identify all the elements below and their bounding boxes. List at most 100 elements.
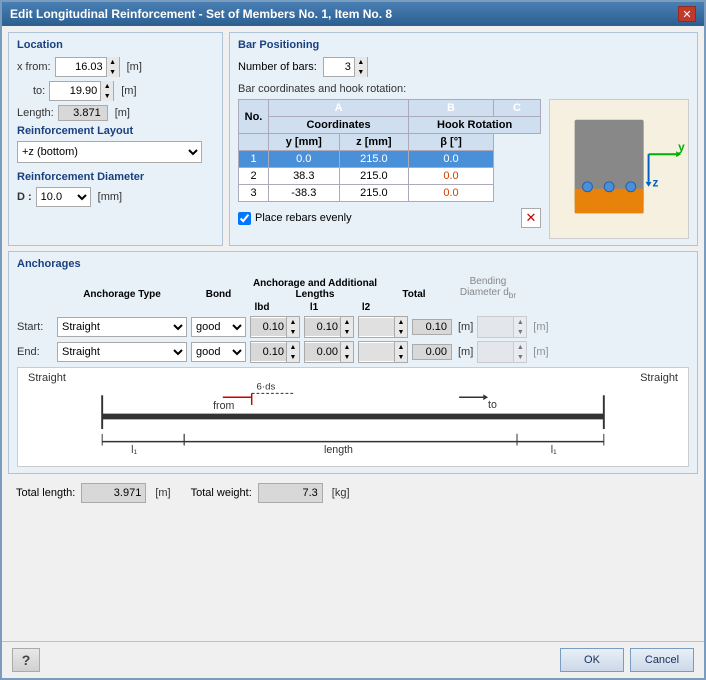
- start-l2-down[interactable]: ▼: [395, 327, 407, 337]
- start-lbd-input[interactable]: [251, 318, 286, 336]
- start-l1-input[interactable]: [305, 318, 340, 336]
- end-l1-up[interactable]: ▲: [341, 342, 353, 352]
- end-lbd-spinner[interactable]: ▲ ▼: [250, 341, 300, 363]
- num-bars-input[interactable]: [324, 58, 354, 76]
- svg-text:to: to: [488, 399, 497, 411]
- bar-hook: 0.0: [409, 185, 494, 202]
- bar-table-container: No. A B C Coordinates Hook Rotation: [238, 99, 541, 239]
- bar-preview: y z: [549, 99, 689, 239]
- layout-section: Reinforcement Layout +z (bottom) -z (top…: [17, 125, 214, 163]
- end-l2-spinner[interactable]: ▲ ▼: [358, 341, 408, 363]
- total-length-row: Total length: 3.971 [m]: [16, 483, 171, 503]
- start-lbd-btns: ▲ ▼: [286, 317, 299, 337]
- diameter-select[interactable]: 6.0 8.0 10.0 12.0 14.0 16.0: [36, 187, 91, 207]
- start-bending-unit: [m]: [533, 321, 548, 333]
- x-to-spinner-btns: ▲ ▼: [100, 81, 113, 101]
- location-panel: Location x from: ▲ ▼ [m] to:: [8, 32, 223, 246]
- close-button[interactable]: ✕: [678, 6, 696, 22]
- length-label: Length:: [17, 107, 54, 119]
- x-from-down[interactable]: ▼: [107, 67, 119, 77]
- end-type-select[interactable]: Straight Hook 90° Hook 135° Hook 180°: [57, 342, 187, 362]
- dialog-title: Edit Longitudinal Reinforcement - Set of…: [10, 7, 392, 21]
- num-bars-up[interactable]: ▲: [355, 57, 367, 67]
- end-l1-input[interactable]: [305, 343, 340, 361]
- x-to-input[interactable]: [50, 82, 100, 100]
- end-bending-unit: [m]: [533, 346, 548, 358]
- num-bars-row: Number of bars: ▲ ▼: [238, 57, 689, 77]
- layout-select[interactable]: +z (bottom) -z (top) +y (right) -y (left…: [17, 141, 202, 163]
- end-lbd-down[interactable]: ▼: [287, 352, 299, 362]
- footer-left: ?: [12, 648, 554, 672]
- length-row: Length: 3.871 [m]: [17, 105, 214, 121]
- anchorages-title: Anchorages: [17, 258, 689, 270]
- table-row[interactable]: 1 0.0 215.0 0.0: [239, 151, 541, 168]
- lbd-header: lbd: [238, 302, 286, 313]
- start-l2-up[interactable]: ▲: [395, 317, 407, 327]
- place-evenly-row: Place rebars evenly ✕: [238, 208, 541, 228]
- total-length-value: 3.971: [81, 483, 146, 503]
- bar-positioning-panel: Bar Positioning Number of bars: ▲ ▼ Bar …: [229, 32, 698, 246]
- beta-header: β [°]: [409, 134, 494, 151]
- end-l2-up[interactable]: ▲: [395, 342, 407, 352]
- end-lbd-input[interactable]: [251, 343, 286, 361]
- col-a-header: A: [269, 100, 409, 117]
- ok-button[interactable]: OK: [560, 648, 624, 672]
- start-l2-input[interactable]: [359, 318, 394, 336]
- totals-section: Total length: 3.971 [m] Total weight: 7.…: [8, 479, 698, 507]
- end-l2-down[interactable]: ▼: [395, 352, 407, 362]
- footer: ? OK Cancel: [2, 641, 704, 678]
- dialog-content: Location x from: ▲ ▼ [m] to:: [2, 26, 704, 641]
- empty-header: [239, 134, 269, 151]
- x-from-input[interactable]: [56, 58, 106, 76]
- start-bond-select[interactable]: good poor: [191, 317, 246, 337]
- end-lbd-btns: ▲ ▼: [286, 342, 299, 362]
- place-evenly-checkbox[interactable]: [238, 212, 251, 225]
- col-b-header: B: [409, 100, 494, 117]
- x-to-row: to: ▲ ▼ [m]: [17, 81, 214, 101]
- num-bars-down[interactable]: ▼: [355, 67, 367, 77]
- delete-button[interactable]: ✕: [521, 208, 541, 228]
- diameter-unit: [mm]: [98, 191, 122, 203]
- start-type-select[interactable]: Straight Hook 90° Hook 135° Hook 180°: [57, 317, 187, 337]
- table-row[interactable]: 3 -38.3 215.0 0.0: [239, 185, 541, 202]
- start-label: Start:: [17, 321, 53, 333]
- x-from-spinner[interactable]: ▲ ▼: [55, 57, 120, 77]
- start-lbd-down[interactable]: ▼: [287, 327, 299, 337]
- diameter-row: D : 6.0 8.0 10.0 12.0 14.0 16.0 [mm]: [17, 187, 214, 207]
- end-bond-select[interactable]: good poor: [191, 342, 246, 362]
- bar-positioning-title: Bar Positioning: [238, 39, 689, 51]
- total-length-label: Total length:: [16, 487, 75, 499]
- bar-hook: 0.0: [409, 168, 494, 185]
- end-l2-input[interactable]: [359, 343, 394, 361]
- top-section: Location x from: ▲ ▼ [m] to:: [8, 32, 698, 246]
- bar-no: 1: [239, 151, 269, 168]
- help-button[interactable]: ?: [12, 648, 40, 672]
- start-l2-spinner[interactable]: ▲ ▼: [358, 316, 408, 338]
- l2-header: l2: [342, 302, 390, 313]
- start-l1-spinner[interactable]: ▲ ▼: [304, 316, 354, 338]
- num-bars-spinner[interactable]: ▲ ▼: [323, 57, 368, 77]
- straight-left-label: Straight: [28, 372, 66, 384]
- x-to-spinner[interactable]: ▲ ▼: [49, 81, 114, 101]
- x-to-down[interactable]: ▼: [101, 91, 113, 101]
- main-dialog: Edit Longitudinal Reinforcement - Set of…: [0, 0, 706, 680]
- x-to-unit: [m]: [121, 85, 136, 97]
- start-l1-down[interactable]: ▼: [341, 327, 353, 337]
- diagram-area: Straight Straight from 6·ds: [17, 367, 689, 467]
- diameter-section: Reinforcement Diameter D : 6.0 8.0 10.0 …: [17, 171, 214, 207]
- x-to-up[interactable]: ▲: [101, 81, 113, 91]
- cancel-button[interactable]: Cancel: [630, 648, 694, 672]
- bar-no: 3: [239, 185, 269, 202]
- sub-hook-header: Hook Rotation: [409, 117, 541, 134]
- end-l1-down[interactable]: ▼: [341, 352, 353, 362]
- start-l1-up[interactable]: ▲: [341, 317, 353, 327]
- x-from-up[interactable]: ▲: [107, 57, 119, 67]
- length-value: 3.871: [58, 105, 108, 121]
- end-lbd-up[interactable]: ▲: [287, 342, 299, 352]
- start-lbd-up[interactable]: ▲: [287, 317, 299, 327]
- start-lbd-spinner[interactable]: ▲ ▼: [250, 316, 300, 338]
- end-l1-spinner[interactable]: ▲ ▼: [304, 341, 354, 363]
- svg-text:z: z: [653, 176, 659, 190]
- table-row[interactable]: 2 38.3 215.0 0.0: [239, 168, 541, 185]
- svg-text:6·ds: 6·ds: [257, 382, 276, 393]
